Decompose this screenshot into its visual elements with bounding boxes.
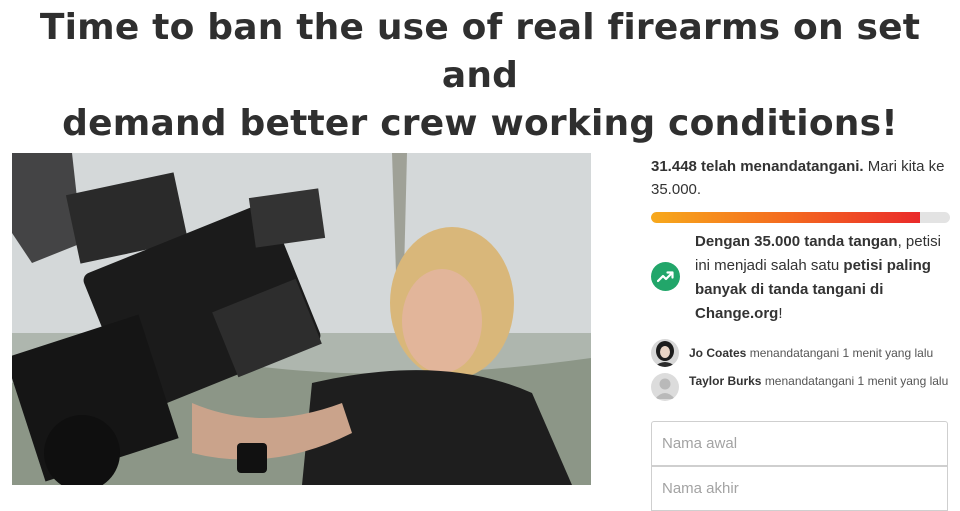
- milestone-goal: Dengan 35.000 tanda tangan: [695, 233, 898, 250]
- camera-operator-photo: [12, 153, 591, 485]
- trending-up-icon: [651, 262, 680, 291]
- petition-title: Time to ban the use of real firearms on …: [0, 4, 960, 148]
- avatar: [651, 373, 679, 401]
- signature-progress-fill: [651, 212, 921, 223]
- signer-action: menandatangani 1 menit yang lalu: [749, 346, 934, 360]
- milestone-exclaim: !: [778, 305, 783, 322]
- avatar: [651, 339, 679, 367]
- signer-name: Taylor Burks: [689, 374, 762, 388]
- first-name-field[interactable]: [651, 421, 948, 466]
- signature-progress-bar: [651, 212, 950, 223]
- milestone-message: Dengan 35.000 tanda tangan, petisi ini m…: [695, 230, 953, 326]
- signer-name: Jo Coates: [689, 346, 747, 360]
- signer-action: menandatangani 1 menit yang lalu: [764, 374, 949, 388]
- petition-title-line-1: Time to ban the use of real firearms on …: [39, 7, 921, 96]
- petition-hero-image: [12, 153, 591, 485]
- petition-title-line-2: demand better crew working conditions!: [62, 103, 898, 144]
- signature-count: 31.448 telah menandatangani. Mari kita k…: [651, 155, 950, 201]
- last-name-field[interactable]: [651, 466, 948, 511]
- signature-count-value: 31.448 telah menandatangani.: [651, 158, 864, 175]
